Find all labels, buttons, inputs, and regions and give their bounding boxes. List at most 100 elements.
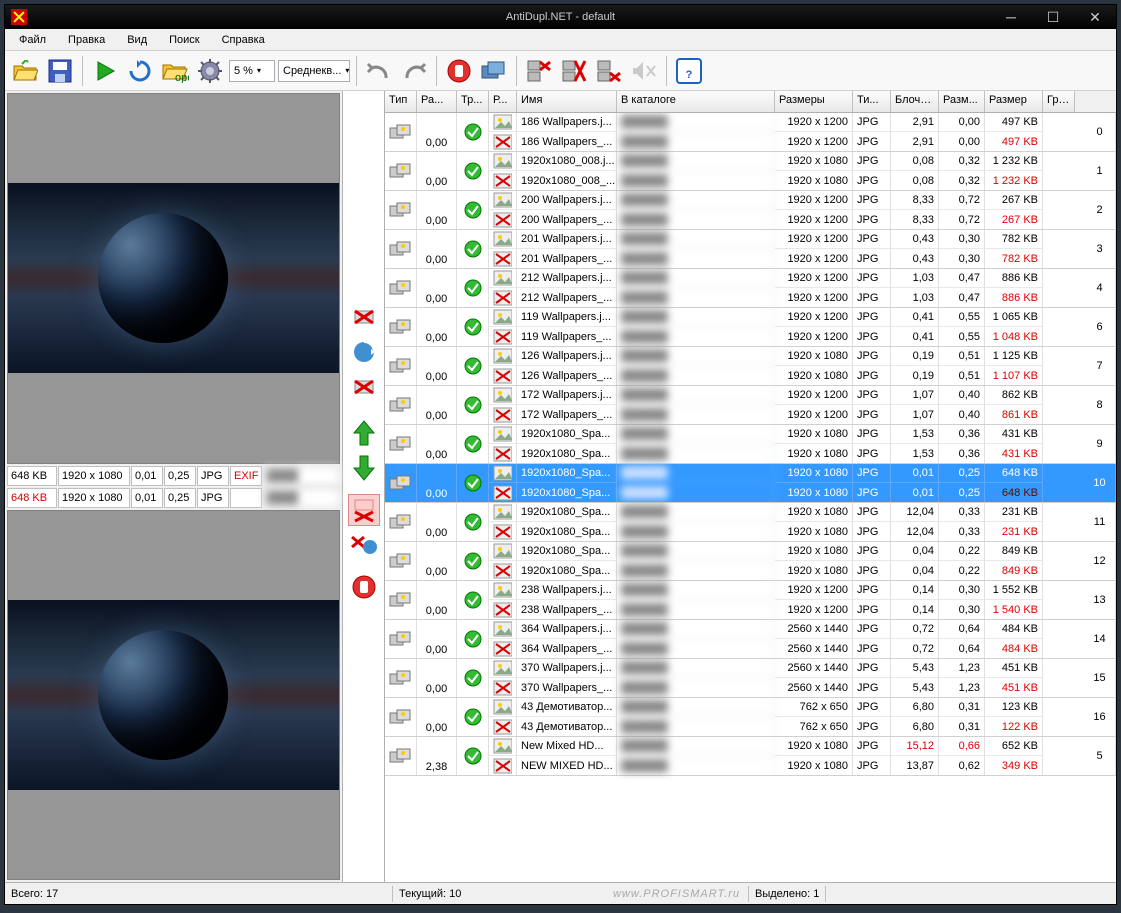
up-button[interactable] — [348, 417, 380, 449]
menu-search[interactable]: Поиск — [159, 32, 209, 48]
table-row[interactable]: 0,001920x1080_Spa...██████1920 x 1080JPG… — [385, 542, 1116, 581]
table-row[interactable]: 0,00200 Wallpapers.j...██████1920 x 1200… — [385, 191, 1116, 230]
down-button[interactable] — [348, 452, 380, 484]
folder-path: ██████ — [617, 522, 775, 541]
redo-button[interactable] — [398, 55, 430, 87]
block-value: 8,33 — [891, 210, 939, 229]
delete-second-button[interactable] — [593, 55, 625, 87]
file-size: 497 KB — [985, 113, 1043, 132]
rotate-button[interactable] — [348, 336, 380, 368]
preview-bottom[interactable] — [7, 510, 340, 881]
column-header-type[interactable]: Тип — [385, 91, 417, 112]
threshold-combo[interactable]: 5 % — [229, 60, 275, 82]
preview-top[interactable] — [7, 93, 340, 464]
delete-rotate-button[interactable] — [348, 529, 380, 561]
ratio-value: 0,32 — [939, 171, 985, 190]
dimensions: 1920 x 1080 — [775, 542, 853, 561]
table-row[interactable]: 0,0043 Демотиватор...██████762 x 650JPG6… — [385, 698, 1116, 737]
table-body[interactable]: 0,00186 Wallpapers.j...██████1920 x 1200… — [385, 113, 1116, 882]
block-value: 2,91 — [891, 132, 939, 151]
maximize-button[interactable]: ☐ — [1032, 6, 1074, 28]
table-row[interactable]: 0,001920x1080_008.j...██████1920 x 1080J… — [385, 152, 1116, 191]
table-row[interactable]: 2,38New Mixed HD...██████1920 x 1080JPG1… — [385, 737, 1116, 776]
info-v2: 0,25 — [164, 488, 196, 508]
open-folder-button[interactable] — [9, 55, 41, 87]
folder-path: ██████ — [617, 698, 775, 717]
dimensions: 1920 x 1200 — [775, 308, 853, 327]
type-icon — [385, 308, 417, 346]
table-row[interactable]: 0,00172 Wallpapers.j...██████1920 x 1200… — [385, 386, 1116, 425]
column-header-block[interactable]: Блочн... — [891, 91, 939, 112]
delete-both-button[interactable] — [558, 55, 590, 87]
table-row[interactable]: 0,001920x1080_Spa...██████1920 x 1080JPG… — [385, 503, 1116, 542]
file-type: JPG — [853, 132, 891, 151]
delete-first-button[interactable] — [523, 55, 555, 87]
play-button[interactable] — [89, 55, 121, 87]
thumb-icon — [489, 444, 517, 463]
column-header-folder[interactable]: В каталоге — [617, 91, 775, 112]
menu-view[interactable]: Вид — [117, 32, 157, 48]
stop-button[interactable] — [443, 55, 475, 87]
column-header-group[interactable]: Гру... — [1043, 91, 1075, 112]
file-type: JPG — [853, 405, 891, 424]
delete-selected-button[interactable] — [348, 494, 380, 526]
column-header-ext[interactable]: Ти... — [853, 91, 891, 112]
info-exif — [230, 488, 262, 508]
undo-button[interactable] — [363, 55, 395, 87]
folder-path: ██████ — [617, 230, 775, 249]
save-button[interactable] — [44, 55, 76, 87]
file-type: JPG — [853, 269, 891, 288]
quality-combo[interactable]: Среднекв... — [278, 60, 350, 82]
mute-button[interactable] — [628, 55, 660, 87]
check-icon — [457, 386, 489, 424]
table-row[interactable]: 0,00370 Wallpapers.j...██████2560 x 1440… — [385, 659, 1116, 698]
check-icon — [457, 542, 489, 580]
block-value: 0,08 — [891, 171, 939, 190]
group-number: 10 — [1084, 464, 1116, 502]
folder-path: ██████ — [617, 249, 775, 268]
diff-value: 0,00 — [417, 698, 457, 736]
thumb-icon — [489, 210, 517, 229]
table-row[interactable]: 0,00119 Wallpapers.j...██████1920 x 1200… — [385, 308, 1116, 347]
delete-bottom-button[interactable] — [348, 371, 380, 403]
column-header-diff[interactable]: Ра... — [417, 91, 457, 112]
diff-value: 0,00 — [417, 191, 457, 229]
folder-open-button[interactable]: open — [159, 55, 191, 87]
images-button[interactable] — [478, 55, 510, 87]
svg-text:?: ? — [686, 69, 693, 81]
column-header-name[interactable]: Имя — [517, 91, 617, 112]
table-row[interactable]: 0,00201 Wallpapers.j...██████1920 x 1200… — [385, 230, 1116, 269]
info-bottom: 648 KB 1920 x 1080 0,01 0,25 JPG ████ — [7, 488, 340, 508]
stop-action-button[interactable] — [348, 571, 380, 603]
table-row[interactable]: 0,00212 Wallpapers.j...██████1920 x 1200… — [385, 269, 1116, 308]
diff-value: 0,00 — [417, 620, 457, 658]
block-value: 13,87 — [891, 756, 939, 775]
ratio-value: 0,36 — [939, 425, 985, 444]
help-button[interactable]: ? — [673, 55, 705, 87]
table-row[interactable]: 0,00364 Wallpapers.j...██████2560 x 1440… — [385, 620, 1116, 659]
settings-button[interactable] — [194, 55, 226, 87]
table-row[interactable]: 0,00126 Wallpapers.j...██████1920 x 1080… — [385, 347, 1116, 386]
folder-path: ██████ — [617, 269, 775, 288]
column-header-size[interactable]: Размер — [985, 91, 1043, 112]
close-button[interactable]: ✕ — [1074, 6, 1116, 28]
table-row[interactable]: 0,001920x1080_Spa...██████1920 x 1080JPG… — [385, 464, 1116, 503]
column-header-dimensions[interactable]: Размеры — [775, 91, 853, 112]
table-row[interactable]: 0,00238 Wallpapers.j...██████1920 x 1200… — [385, 581, 1116, 620]
refresh-button[interactable] — [124, 55, 156, 87]
delete-top-button[interactable] — [348, 301, 380, 333]
file-size: 267 KB — [985, 191, 1043, 210]
menu-file[interactable]: Файл — [9, 32, 56, 48]
minimize-button[interactable]: ─ — [990, 6, 1032, 28]
dimensions: 1920 x 1200 — [775, 230, 853, 249]
menu-edit[interactable]: Правка — [58, 32, 115, 48]
column-header-r[interactable]: Р... — [489, 91, 517, 112]
table-row[interactable]: 0,001920x1080_Spa...██████1920 x 1080JPG… — [385, 425, 1116, 464]
folder-path: ██████ — [617, 405, 775, 424]
menu-help[interactable]: Справка — [212, 32, 275, 48]
column-header-transform[interactable]: Тр... — [457, 91, 489, 112]
file-size: 652 KB — [985, 737, 1043, 756]
ratio-value: 0,00 — [939, 132, 985, 151]
table-row[interactable]: 0,00186 Wallpapers.j...██████1920 x 1200… — [385, 113, 1116, 152]
column-header-ratio[interactable]: Разм... — [939, 91, 985, 112]
